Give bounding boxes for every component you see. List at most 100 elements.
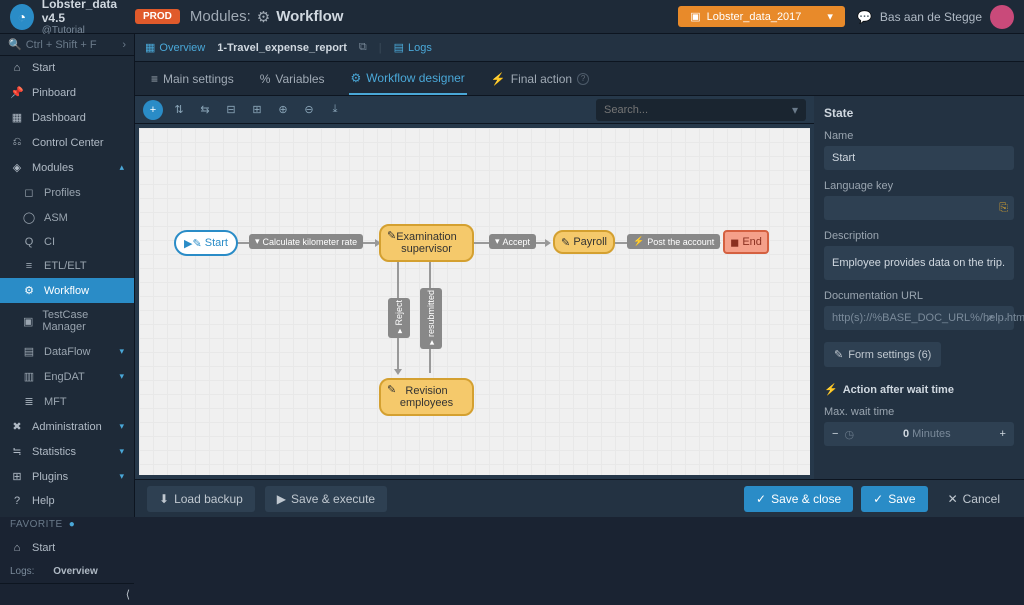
- tab-variables[interactable]: %Variables: [258, 64, 327, 94]
- edit-icon: ✎: [387, 384, 396, 396]
- name-field[interactable]: Start: [824, 146, 1014, 170]
- desc-label: Description: [824, 230, 1014, 242]
- nav-dashboard[interactable]: ▦Dashboard: [0, 105, 134, 130]
- nav-profiles[interactable]: ◻Profiles: [0, 180, 134, 205]
- module-label: Modules:: [190, 8, 251, 25]
- edge-calc[interactable]: ▾Calculate kilometer rate: [249, 234, 363, 249]
- nav-plugins[interactable]: ⊞Plugins▾: [0, 464, 134, 489]
- edge-resubmit[interactable]: ▾resubmitted: [420, 288, 442, 349]
- nav-mft[interactable]: ≣MFT: [0, 389, 134, 414]
- tool-align-h[interactable]: ⇆: [195, 100, 215, 120]
- panel-title: State: [824, 106, 1014, 120]
- chevron-down-icon: ▾: [792, 103, 798, 117]
- workflow-icon: ⚙: [257, 8, 270, 26]
- stop-icon: ◼: [730, 236, 739, 249]
- pin-icon: 📌: [10, 86, 24, 99]
- tab-main-settings[interactable]: ≡Main settings: [149, 64, 236, 94]
- filter-icon: ▾: [426, 337, 436, 347]
- load-backup-button[interactable]: ⬇Load backup: [147, 486, 255, 512]
- tool-distribute-v[interactable]: ⊟: [221, 100, 241, 120]
- sliders-icon: ⎌: [10, 136, 24, 149]
- nav-pinboard[interactable]: 📌Pinboard: [0, 80, 134, 105]
- node-payroll[interactable]: ✎ Payroll: [553, 230, 615, 254]
- folder-icon: ▣: [690, 10, 700, 23]
- save-close-button[interactable]: ✓Save & close: [744, 486, 853, 512]
- nav-help[interactable]: ?Help: [0, 489, 134, 513]
- collapse-icon[interactable]: ⟨: [126, 588, 130, 601]
- nav-modules[interactable]: ◈Modules▴: [0, 155, 134, 180]
- tool-align-v[interactable]: ⇅: [169, 100, 189, 120]
- canvas-search[interactable]: ▾: [596, 99, 806, 121]
- nav-dataflow[interactable]: ▤DataFlow▾: [0, 339, 134, 364]
- save-execute-button[interactable]: ▶Save & execute: [265, 486, 387, 512]
- chevron-up-icon: ▴: [119, 162, 124, 173]
- tool-fit[interactable]: ⤓: [325, 100, 345, 120]
- download-icon: ⬇: [159, 492, 169, 506]
- breadcrumb-logs[interactable]: ▤Logs: [394, 41, 432, 54]
- edge-reject[interactable]: ▾Reject: [388, 298, 410, 338]
- check-icon: ✓: [873, 492, 883, 506]
- nav-etl[interactable]: ≡ETL/ELT: [0, 254, 134, 278]
- node-examination[interactable]: ✎Examination supervisor: [379, 224, 474, 262]
- search-input[interactable]: [604, 104, 792, 116]
- env-badge: PROD: [135, 9, 180, 24]
- form-settings-button[interactable]: ✎Form settings (6): [824, 342, 941, 367]
- nav-ci[interactable]: QCI: [0, 230, 134, 254]
- nav-start[interactable]: ⌂Start: [0, 56, 134, 80]
- bolt-icon: ⚡: [491, 72, 506, 86]
- list-icon: ≡: [151, 72, 158, 86]
- breadcrumb-overview[interactable]: ▦Overview: [145, 41, 205, 54]
- lang-field[interactable]: ⎘: [824, 196, 1014, 220]
- tab-workflow-designer[interactable]: ⚙Workflow designer: [349, 63, 467, 95]
- chevron-down-icon: ▾: [119, 446, 124, 457]
- close-icon: ✕: [948, 492, 958, 506]
- nav-control-center[interactable]: ⎌Control Center: [0, 130, 134, 155]
- tool-distribute-h[interactable]: ⊞: [247, 100, 267, 120]
- edit-icon: ✎: [561, 236, 570, 249]
- open-icon[interactable]: ↗: [985, 312, 994, 325]
- nav-workflow[interactable]: ⚙Workflow: [0, 278, 134, 303]
- tool-zoom-in[interactable]: ⊕: [273, 100, 293, 120]
- save-button[interactable]: ✓Save: [861, 486, 927, 512]
- plus-icon[interactable]: +: [1000, 428, 1006, 440]
- minus-icon[interactable]: −: [832, 428, 838, 440]
- avatar[interactable]: [990, 5, 1014, 29]
- nav-asm[interactable]: ◯ASM: [0, 205, 134, 230]
- nav-admin[interactable]: ✖Administration▾: [0, 414, 134, 439]
- nav-engdat[interactable]: ▥EngDAT▾: [0, 364, 134, 389]
- chat-icon[interactable]: 💬: [857, 10, 872, 24]
- workflow-canvas[interactable]: ▶✎ Start ✎Examination supervisor ✎ Payro…: [135, 124, 814, 479]
- copy-icon[interactable]: ⧉: [359, 41, 367, 54]
- clock-icon: ◷: [844, 428, 854, 441]
- edge-post[interactable]: ⚡Post the account: [627, 234, 720, 249]
- edge-accept[interactable]: ▾Accept: [489, 234, 536, 249]
- translate-icon[interactable]: ⎘: [999, 202, 1008, 215]
- favorite-header: FAVORITE●: [0, 513, 134, 536]
- node-end[interactable]: ◼ End: [723, 230, 769, 254]
- tool-zoom-out[interactable]: ⊖: [299, 100, 319, 120]
- fav-start[interactable]: ⌂Start: [0, 536, 134, 560]
- chevron-down-icon: ▾: [119, 471, 124, 482]
- doc-field[interactable]: http(s)://%BASE_DOC_URL%/help.html↗⋯: [824, 306, 1014, 330]
- nav-testcase[interactable]: ▣TestCase Manager: [0, 303, 134, 339]
- bolt-icon: ⚡: [633, 236, 644, 247]
- wait-label: Max. wait time: [824, 406, 1014, 418]
- app-name: Lobster_data v4.5: [42, 0, 135, 25]
- play-icon: ▶: [184, 237, 192, 250]
- wait-field[interactable]: −◷ 0 Minutes +: [824, 422, 1014, 446]
- nav-statistics[interactable]: ≒Statistics▾: [0, 439, 134, 464]
- fav-logs[interactable]: Logs: Overview: [0, 560, 134, 583]
- check-icon: ✓: [756, 492, 766, 506]
- user-name: Bas aan de Stegge: [880, 10, 982, 24]
- desc-field[interactable]: Employee provides data on the trip.: [824, 246, 1014, 280]
- add-icon[interactable]: ●: [69, 519, 76, 530]
- sidebar-search[interactable]: 🔍 Ctrl + Shift + F ›: [0, 34, 134, 56]
- project-selector[interactable]: ▣ Lobster_data_2017 ▾: [678, 6, 845, 27]
- node-revision[interactable]: ✎Revision employees: [379, 378, 474, 416]
- add-node-button[interactable]: +: [143, 100, 163, 120]
- chevron-down-icon: ▾: [827, 10, 833, 23]
- cancel-button[interactable]: ✕Cancel: [936, 486, 1012, 512]
- tab-final-action[interactable]: ⚡Final action?: [489, 64, 591, 94]
- ellipsis-icon[interactable]: ⋯: [997, 312, 1008, 325]
- node-start[interactable]: ▶✎ Start: [174, 230, 238, 256]
